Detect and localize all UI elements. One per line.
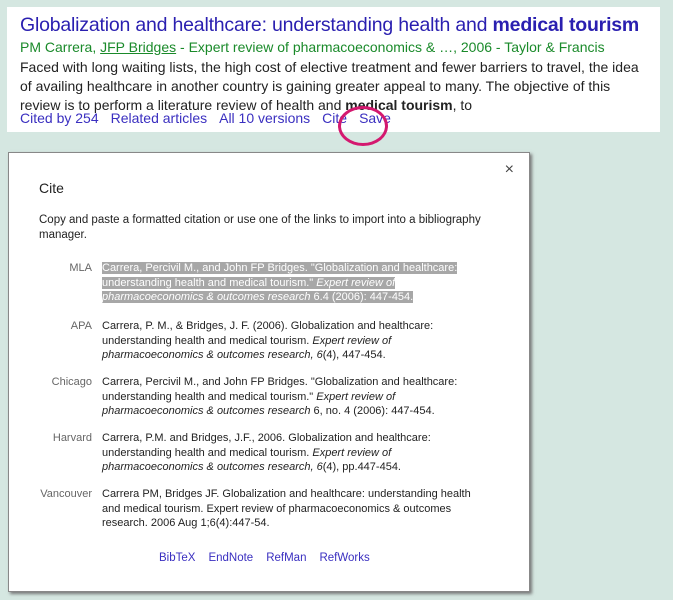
title-text: Globalization and healthcare: understand…	[20, 14, 493, 36]
bibtex-link[interactable]: BibTeX	[159, 552, 195, 564]
citation-main: Carrera, Percivil M., and John FP Bridge…	[102, 262, 458, 289]
citation-style-label: Vancouver	[40, 488, 92, 500]
citation-text[interactable]: Carrera PM, Bridges JF. Globalization an…	[102, 487, 487, 531]
search-result: Globalization and healthcare: understand…	[7, 7, 660, 146]
citation-text[interactable]: Carrera, P. M., & Bridges, J. F. (2006).…	[102, 319, 487, 363]
citation-text[interactable]: Carrera, P.M. and Bridges, J.F., 2006. G…	[102, 431, 487, 475]
citation-style-label: Harvard	[52, 432, 92, 444]
citation-end: 6, no. 4 (2006): 447-454.	[310, 405, 435, 417]
citation-main: Carrera PM, Bridges JF. Globalization an…	[102, 488, 471, 529]
highlight-circle	[338, 106, 388, 146]
related-articles-link[interactable]: Related articles	[111, 110, 208, 126]
snippet-text: Faced with long waiting lists, the high …	[20, 59, 639, 113]
cite-dialog: × Cite Copy and paste a formatted citati…	[8, 152, 530, 592]
endnote-link[interactable]: EndNote	[208, 552, 253, 564]
citation-style-label: APA	[70, 320, 92, 332]
export-links: BibTeX EndNote RefMan RefWorks	[159, 552, 383, 564]
citation-end: 6.4 (2006): 447-454.	[310, 291, 414, 303]
source: - Expert review of pharmacoeconomics & ……	[176, 39, 605, 55]
all-versions-link[interactable]: All 10 versions	[219, 110, 310, 126]
citation-text[interactable]: Carrera, Percivil M., and John FP Bridge…	[102, 375, 487, 419]
citation-end: (4), 447-454.	[322, 349, 386, 361]
snippet-end: , to	[452, 97, 473, 113]
citation-main: Carrera, Percivil M., and John FP Bridge…	[102, 376, 458, 403]
cited-by-link[interactable]: Cited by 254	[20, 110, 99, 126]
result-title-link[interactable]: Globalization and healthcare: understand…	[20, 14, 639, 37]
citation-style-label: MLA	[69, 262, 92, 274]
citation-end: (4), pp.447-454.	[322, 461, 401, 473]
close-icon[interactable]: ×	[505, 161, 514, 179]
refman-link[interactable]: RefMan	[266, 552, 306, 564]
result-meta: PM Carrera, JFP Bridges - Expert review …	[20, 39, 605, 55]
dialog-intro: Copy and paste a formatted citation or u…	[39, 214, 481, 241]
citation-text[interactable]: Carrera, Percivil M., and John FP Bridge…	[102, 261, 487, 305]
author-link[interactable]: JFP Bridges	[100, 39, 176, 55]
refworks-link[interactable]: RefWorks	[319, 552, 369, 564]
author: PM Carrera,	[20, 39, 101, 55]
title-bold-text: medical tourism	[492, 14, 640, 36]
dialog-title: Cite	[39, 180, 64, 196]
result-snippet: Faced with long waiting lists, the high …	[20, 58, 650, 115]
citation-style-label: Chicago	[51, 376, 92, 388]
